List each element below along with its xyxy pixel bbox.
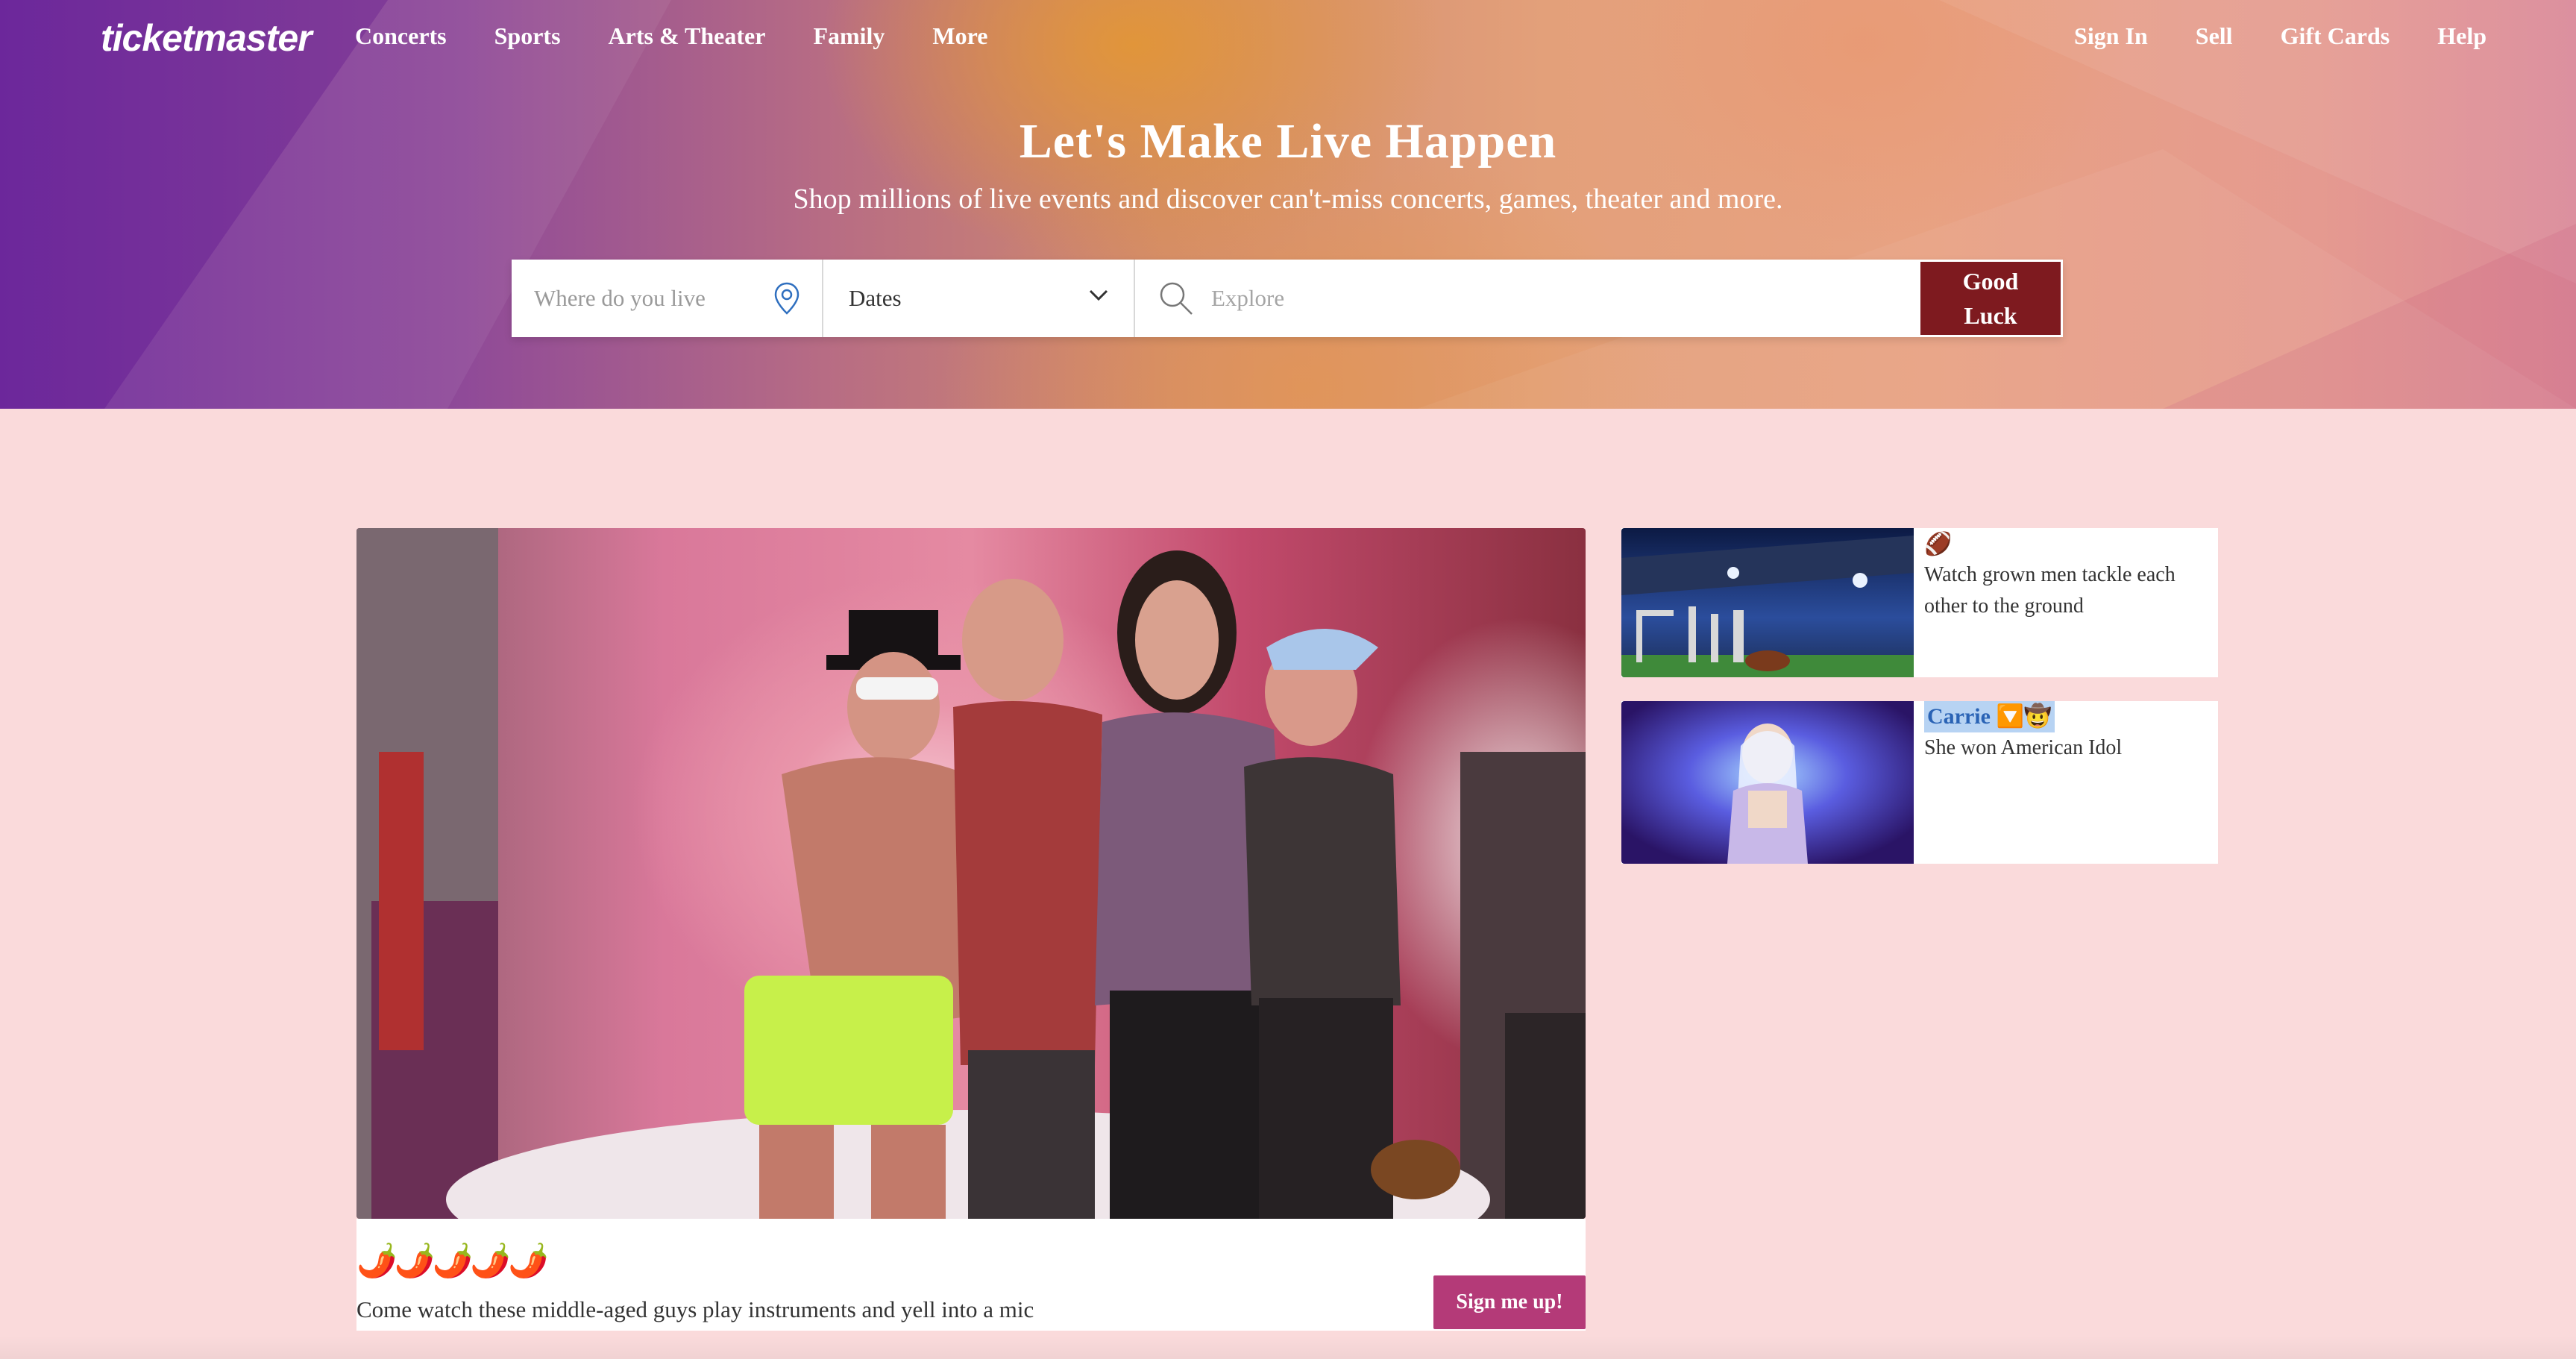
nav-help[interactable]: Help (2437, 22, 2487, 50)
spice-rating: 🌶️🌶️🌶️🌶️🌶️ (356, 1243, 549, 1279)
hero-subtitle: Shop millions of live events and discove… (793, 183, 1783, 215)
location-field[interactable]: Where do you live (512, 260, 823, 337)
nav-family[interactable]: Family (813, 22, 885, 50)
event-card-football[interactable]: 🏈 Watch grown men tackle each other to t… (1621, 528, 2218, 677)
search-icon (1160, 282, 1193, 315)
featured-description: Come watch these middle-aged guys play i… (356, 1296, 1034, 1322)
search-button[interactable]: Good Luck (1920, 262, 2061, 335)
carrie-concert-image (1621, 701, 1914, 864)
event-card-carrie[interactable]: Carrie 🔽🤠 She won American Idol (1621, 701, 2218, 864)
explore-placeholder: Explore (1211, 285, 1285, 311)
carrie-card-text: She won American Idol (1924, 736, 2123, 759)
location-placeholder: Where do you live (534, 285, 706, 311)
football-stadium-image (1621, 528, 1914, 677)
chevron-down-icon (1089, 289, 1108, 301)
page-fade (0, 1335, 2576, 1359)
sign-me-up-button[interactable]: Sign me up! (1433, 1275, 1586, 1329)
top-navigation: ticketmaster Concerts Sports Arts & Thea… (0, 0, 2576, 75)
featured-event-info: 🌶️🌶️🌶️🌶️🌶️ Come watch these middle-aged … (356, 1219, 1586, 1331)
search-bar: Where do you live Dates Explore Good Luck (512, 260, 2063, 337)
carrie-card-title: Carrie 🔽🤠 (1924, 701, 2055, 732)
ticketmaster-logo[interactable]: ticketmaster (101, 16, 312, 60)
nav-sports[interactable]: Sports (494, 22, 561, 50)
account-nav: Sign In Sell Gift Cards Help (2026, 22, 2487, 50)
football-emoji: 🏈 (1924, 532, 1953, 556)
band-photo-illustration (356, 528, 1586, 1219)
nav-gift-cards[interactable]: Gift Cards (2281, 22, 2390, 50)
dates-dropdown[interactable]: Dates (823, 260, 1135, 337)
nav-arts-theater[interactable]: Arts & Theater (609, 22, 766, 50)
nav-sell[interactable]: Sell (2196, 22, 2233, 50)
nav-concerts[interactable]: Concerts (355, 22, 447, 50)
football-card-text: Watch grown men tackle each other to the… (1924, 563, 2176, 618)
featured-band-photo[interactable] (356, 528, 1586, 1219)
dates-value: Dates (849, 285, 902, 311)
explore-search-input[interactable]: Explore (1135, 260, 1920, 337)
hero-title: Let's Make Live Happen (1019, 114, 1557, 169)
nav-more[interactable]: More (932, 22, 987, 50)
nav-sign-in[interactable]: Sign In (2074, 22, 2148, 50)
primary-nav: Concerts Sports Arts & Theater Family Mo… (355, 22, 1035, 50)
location-pin-icon (774, 282, 799, 315)
hero-banner: ticketmaster Concerts Sports Arts & Thea… (0, 0, 2576, 409)
